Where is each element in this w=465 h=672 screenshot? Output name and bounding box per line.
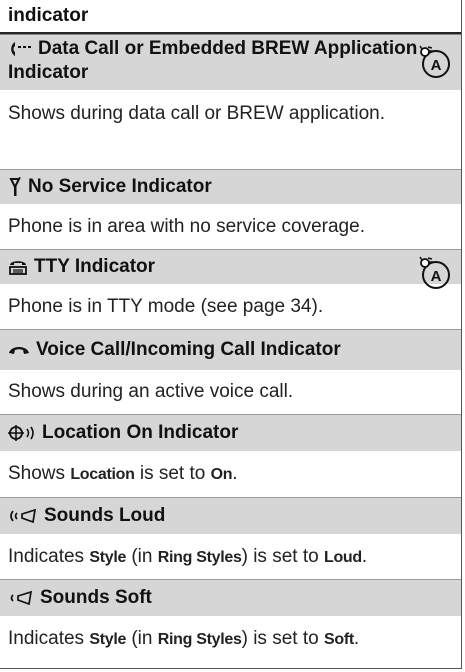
sounds-loud-icon <box>8 507 38 525</box>
row-title-sounds-loud: Sounds Loud <box>0 498 461 534</box>
row-title-label: Sounds Soft <box>40 587 152 608</box>
row-title-voice-call: Voice Call/Incoming Call Indicator <box>0 330 461 370</box>
row-desc-text: (in <box>126 546 158 567</box>
row-title-label: Location On Indicator <box>42 422 239 443</box>
network-feature-icon: A <box>419 45 451 86</box>
sounds-soft-icon <box>8 589 34 607</box>
menu-name: Ring Styles <box>157 549 242 566</box>
svg-text:A: A <box>431 57 442 74</box>
row-desc-text: is set to <box>134 463 211 484</box>
row-desc-text: . <box>361 546 368 567</box>
row-desc-text: ) is set to <box>241 546 324 567</box>
setting-name: Style <box>89 631 127 648</box>
setting-value: Loud <box>323 549 362 566</box>
row-desc-data-call: Shows during data call or BREW applicati… <box>0 90 461 170</box>
row-desc-text: Shows during data call or BREW applicati… <box>8 103 386 124</box>
menu-name: Ring Styles <box>157 631 242 648</box>
row-title-label: Data Call or Embedded BREW Application I… <box>8 38 418 83</box>
row-title-data-call: Data Call or Embedded BREW Application I… <box>0 34 461 90</box>
no-service-icon <box>8 176 22 197</box>
row-title-label: Sounds Loud <box>44 505 166 526</box>
tty-icon <box>8 259 28 275</box>
svg-text:A: A <box>431 268 442 285</box>
location-icon <box>8 424 36 442</box>
row-desc-text: Shows <box>8 463 71 484</box>
row-title-label: Voice Call/Incoming Call Indicator <box>36 339 341 360</box>
indicator-table: indicator Data Call or Embedded BREW App… <box>0 0 462 669</box>
row-title-location: Location On Indicator <box>0 415 461 451</box>
table-header: indicator <box>0 0 461 34</box>
row-desc-text: . <box>232 463 238 484</box>
setting-value: Soft <box>323 631 354 648</box>
row-desc-voice-call: Shows during an active voice call. <box>0 370 461 415</box>
row-title-label: TTY Indicator <box>34 256 156 277</box>
row-desc-text: Indicates <box>8 628 90 649</box>
voice-call-icon <box>8 344 30 356</box>
row-desc-tty: Phone is in TTY mode (see page 34). <box>0 284 461 330</box>
row-desc-text: Phone is in area with no service coverag… <box>8 216 365 237</box>
row-desc-text: Shows during an active voice call. <box>8 381 294 402</box>
row-desc-location: Shows Location is set to On. <box>0 451 461 498</box>
setting-name: Location <box>70 466 135 483</box>
row-desc-sounds-soft: Indicates Style (in Ring Styles) is set … <box>0 616 461 662</box>
row-desc-text: . <box>353 628 360 649</box>
row-desc-text: (in <box>126 628 158 649</box>
row-title-sounds-soft: Sounds Soft <box>0 580 461 616</box>
setting-value: On <box>210 466 233 483</box>
row-desc-text: Phone is in TTY mode (see page 34). <box>8 296 324 317</box>
row-desc-text: Indicates <box>8 546 90 567</box>
row-title-no-service: No Service Indicator <box>0 170 461 204</box>
row-desc-sounds-loud: Indicates Style (in Ring Styles) is set … <box>0 534 461 580</box>
row-desc-text: ) is set to <box>241 628 324 649</box>
data-call-icon <box>8 40 32 58</box>
setting-name: Style <box>89 549 127 566</box>
row-title-label: No Service Indicator <box>28 176 212 197</box>
row-title-tty: TTY Indicator A <box>0 250 461 289</box>
row-desc-no-service: Phone is in area with no service coverag… <box>0 204 461 250</box>
